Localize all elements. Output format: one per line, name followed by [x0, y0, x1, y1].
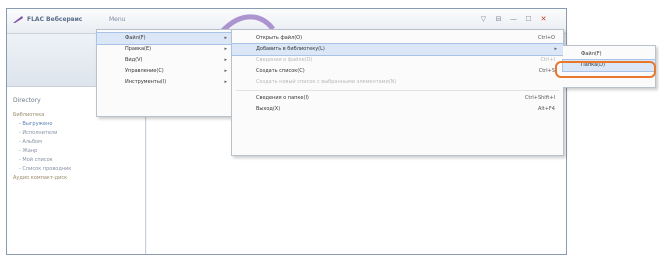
chevron-right-icon: ▸: [554, 46, 557, 52]
main-menu: Файл(F) ▸ Правка(E) ▸ Вид(V) ▸ Управление(C…: [96, 29, 234, 117]
minimize-icon[interactable]: —: [508, 14, 519, 25]
tree-item-album[interactable]: - Альбом: [13, 138, 71, 147]
sidebar-header: Directory: [13, 97, 41, 104]
minimize-to-tray-icon[interactable]: ▽: [478, 14, 489, 25]
tree-item-genre[interactable]: - Жанр: [13, 147, 71, 156]
menu-item-file[interactable]: Файл(F) ▸: [96, 32, 234, 45]
menu-item-exit[interactable]: Выход(X) Alt+F4: [232, 104, 563, 115]
tree-item-uploaded[interactable]: - Выгружено: [13, 120, 71, 129]
mini-mode-icon[interactable]: ⊟: [493, 14, 504, 25]
menu-button[interactable]: Menu: [109, 16, 125, 23]
orange-highlight-callout: [555, 61, 656, 78]
menu-item-edit[interactable]: Правка(E) ▸: [97, 44, 233, 55]
tree-item-explorer-list[interactable]: - Список проводник: [13, 165, 71, 174]
chevron-right-icon: ▸: [224, 46, 227, 52]
chevron-right-icon: ▸: [224, 57, 227, 63]
chevron-right-icon: ▸: [224, 68, 227, 74]
menu-item-add-to-library[interactable]: Добавить в библиотеку(L) ▸: [231, 43, 564, 56]
tree-item-artists[interactable]: - Исполнители: [13, 129, 71, 138]
tree-item-library[interactable]: Библиотека: [13, 111, 71, 120]
menu-item-create-list[interactable]: Создать список(C) Ctrl+S: [232, 66, 563, 77]
submenu-item-file[interactable]: Файл(F): [563, 49, 655, 60]
library-tree: Библиотека - Выгружено - Исполнители - А…: [13, 111, 71, 183]
close-icon[interactable]: ✕: [538, 14, 549, 25]
menu-item-view[interactable]: Вид(V) ▸: [97, 55, 233, 66]
menu-separator: [236, 90, 559, 91]
tree-item-audio-cd[interactable]: Аудио компакт-диск: [13, 174, 71, 183]
chevron-right-icon: ▸: [224, 35, 227, 41]
menu-item-folder-info[interactable]: Сведения о папке(I) Ctrl+Shift+I: [232, 93, 563, 104]
menu-item-control[interactable]: Управление(C) ▸: [97, 66, 233, 77]
file-submenu: Открыть файл(O) Ctrl+O Добавить в библиот…: [231, 29, 564, 156]
menu-item-open-file[interactable]: Открыть файл(O) Ctrl+O: [232, 33, 563, 44]
menu-item-file-info[interactable]: Сведения о файле(D) Ctrl+I: [232, 55, 563, 66]
maximize-icon[interactable]: ☐: [523, 14, 534, 25]
chevron-right-icon: ▸: [224, 79, 227, 85]
menu-item-tools[interactable]: Инструменты(I) ▸: [97, 77, 233, 88]
app-logo-icon: [13, 16, 23, 23]
app-title: FLAC Вебсервис: [27, 16, 83, 23]
menu-item-create-list-from-selection[interactable]: Создать новый список с выбранными элемен…: [232, 77, 563, 88]
tree-item-my-list[interactable]: - Мой список: [13, 156, 71, 165]
